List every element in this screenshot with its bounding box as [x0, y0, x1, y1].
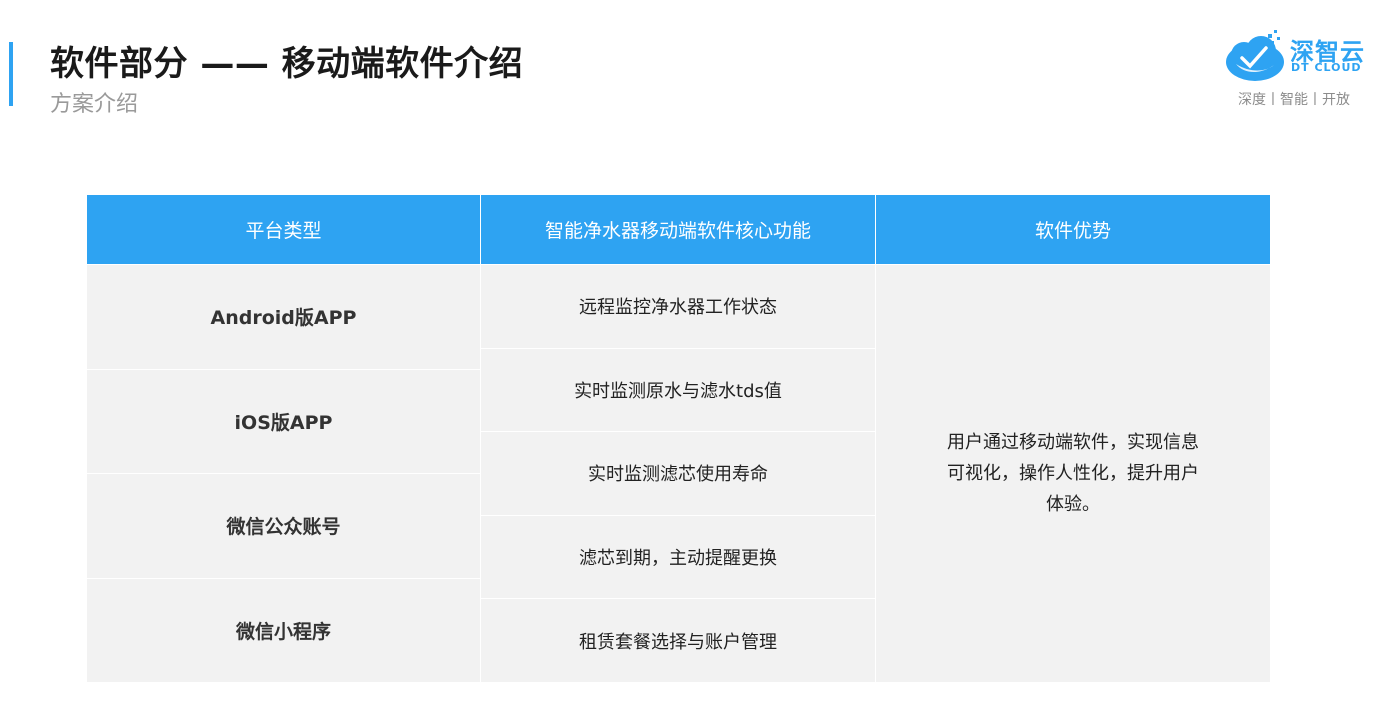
title-accent-bar: [9, 42, 13, 106]
platform-cell: 微信小程序: [87, 577, 480, 682]
advantage-cell: 用户通过移动端软件，实现信息可视化，操作人性化，提升用户体验。: [876, 264, 1270, 682]
function-cell: 滤芯到期，主动提醒更换: [481, 514, 875, 599]
header-platform-type: 平台类型: [87, 195, 480, 264]
brand-slogan: 深度丨智能丨开放: [1238, 92, 1350, 108]
function-cell: 远程监控净水器工作状态: [481, 264, 875, 348]
function-cell: 实时监测滤芯使用寿命: [481, 431, 875, 515]
platform-column: 平台类型 Android版APP iOS版APP 微信公众账号 微信小程序: [87, 195, 480, 682]
header-core-functions: 智能净水器移动端软件核心功能: [481, 195, 875, 264]
function-cell: 实时监测原水与滤水tds值: [481, 347, 875, 432]
platform-cell: iOS版APP: [87, 368, 480, 473]
brand-name-en: DT CLOUD: [1291, 61, 1362, 74]
header-software-advantage: 软件优势: [876, 195, 1270, 264]
advantage-column: 软件优势 用户通过移动端软件，实现信息可视化，操作人性化，提升用户体验。: [876, 195, 1270, 682]
software-intro-table: 平台类型 Android版APP iOS版APP 微信公众账号 微信小程序 智能…: [87, 195, 1270, 682]
function-column: 智能净水器移动端软件核心功能 远程监控净水器工作状态 实时监测原水与滤水tds值…: [481, 195, 875, 682]
brand-logo: 深智云 DT CLOUD 深度丨智能丨开放: [1224, 22, 1364, 112]
page-subtitle: 方案介绍: [50, 92, 139, 117]
platform-cell: 微信公众账号: [87, 473, 480, 578]
function-cell: 租赁套餐选择与账户管理: [481, 598, 875, 682]
cloud-logo-icon: [1226, 30, 1284, 81]
page-title: 软件部分 —— 移动端软件介绍: [50, 44, 524, 84]
platform-cell: Android版APP: [87, 264, 480, 369]
